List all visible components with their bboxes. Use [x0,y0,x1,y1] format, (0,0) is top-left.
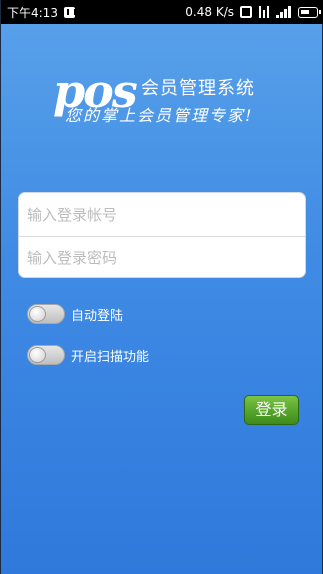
network-speed: 0.48 K/s [185,5,234,19]
toggle-knob [29,306,46,322]
notification-icon [63,6,76,18]
app-logo: pos 会员管理系统 您的掌上会员管理专家! [53,64,283,130]
password-input[interactable] [27,249,305,267]
login-button[interactable]: 登录 [244,395,299,425]
battery-icon [298,6,321,18]
logo-title: 会员管理系统 [141,78,255,99]
scan-row: 开启扫描功能 [27,345,149,365]
logo-slogan: 您的掌上会员管理专家! [65,106,254,125]
account-field[interactable] [19,193,305,236]
signal-icon [276,6,292,18]
scan-label: 开启扫描功能 [71,349,150,365]
vibrate-icon [240,6,252,18]
scan-toggle[interactable] [27,345,65,365]
status-time: 下午4:13 [7,5,58,20]
auto-login-label: 自动登陆 [71,308,124,324]
login-form [18,192,306,278]
auto-login-toggle[interactable] [27,304,65,324]
status-icons: 0.48 K/s [185,5,321,19]
status-bar: 下午4:13 0.48 K/s [1,0,323,24]
account-input[interactable] [27,205,305,224]
password-field[interactable] [19,236,305,279]
data-activity-icon [258,6,270,18]
app-screen: 下午4:13 0.48 K/s pos 会员管理系统 您的掌上会员管理专家! 输… [0,0,323,574]
auto-login-row: 自动登陆 [27,304,123,324]
toggle-knob [29,347,46,363]
